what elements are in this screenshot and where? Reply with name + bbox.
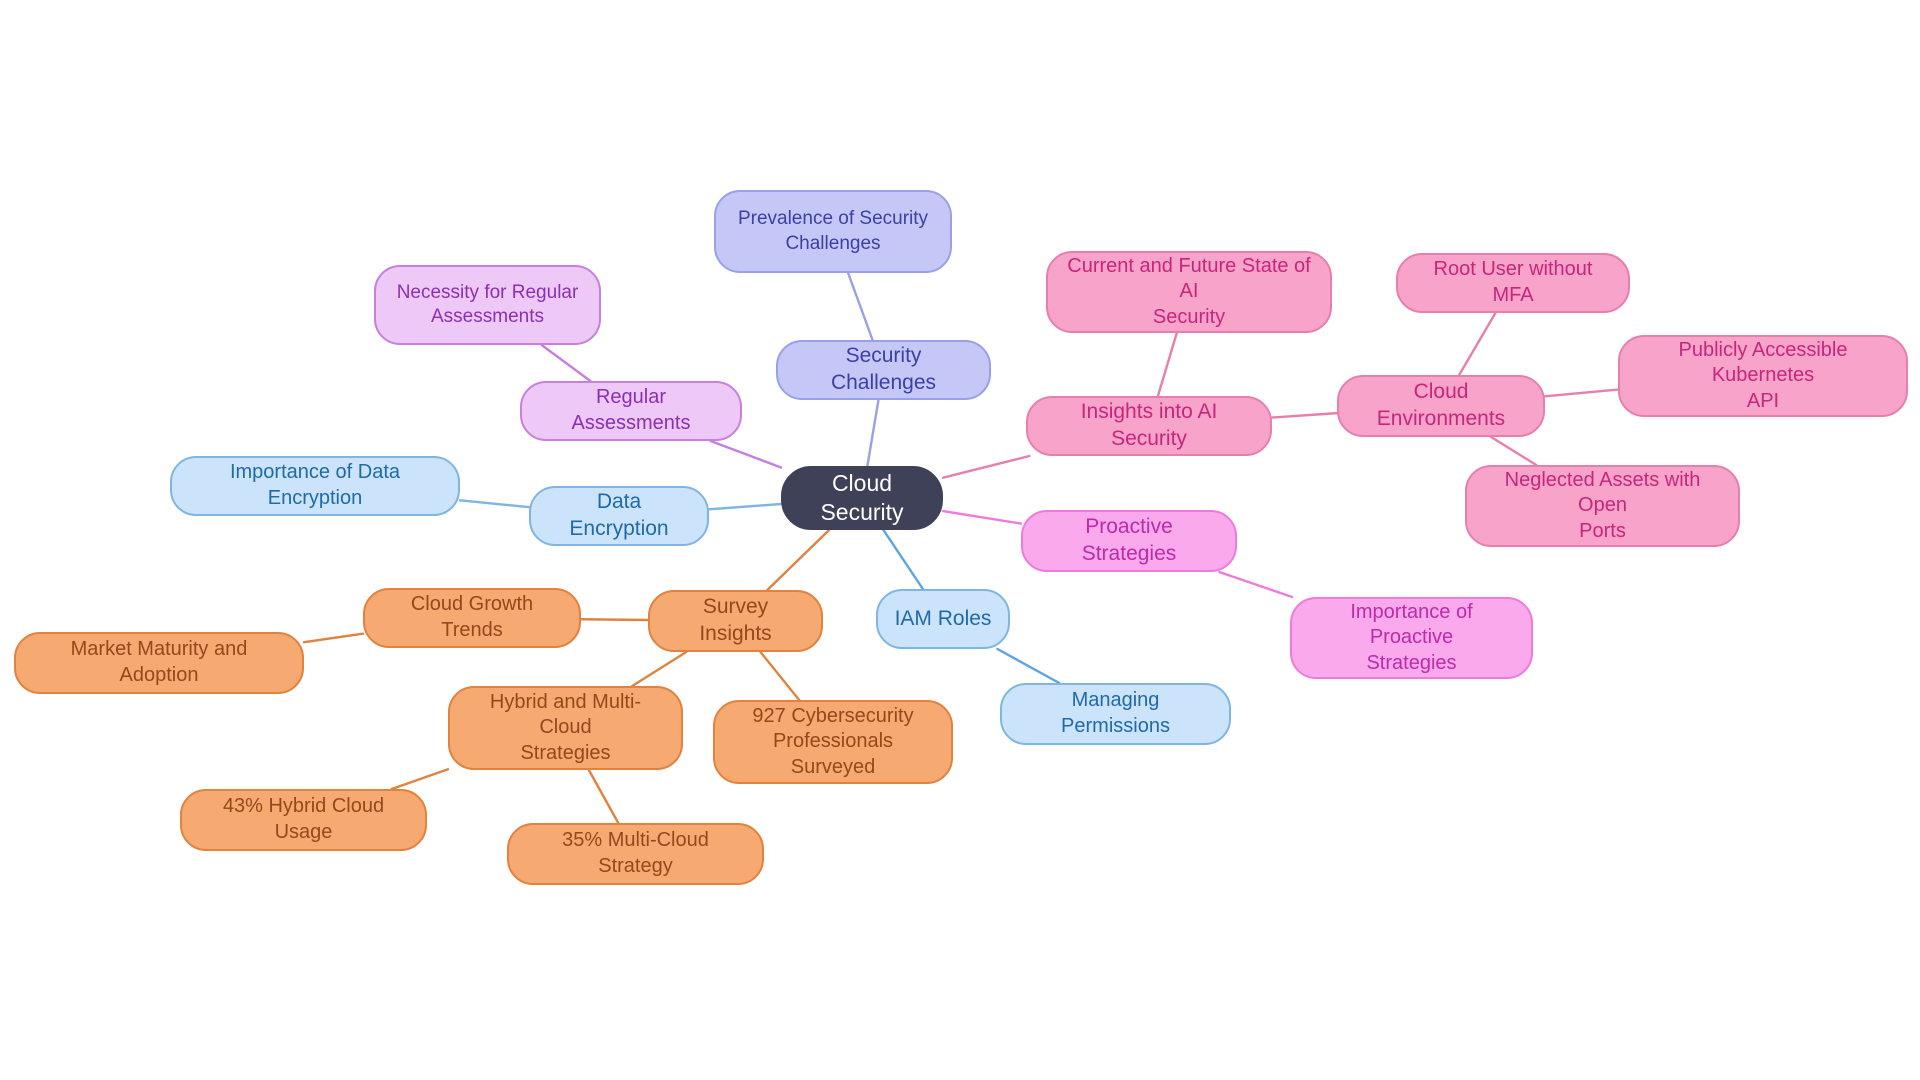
mindmap-edge-ai_security-to-current_future_ai [1156, 331, 1178, 398]
mindmap-node-security_challenges[interactable]: Security Challenges [776, 340, 991, 400]
mindmap-edge-cloud_environments-to-neglected_assets [1489, 435, 1538, 467]
mindmap-node-importance_proactive[interactable]: Importance of Proactive Strategies [1290, 597, 1533, 679]
mindmap-node-label: Proactive Strategies [1081, 515, 1177, 565]
mindmap-edge-iam_roles-to-managing_permissions [996, 647, 1061, 685]
mindmap-node-label: Regular Assessments [571, 386, 691, 434]
mindmap-edge-regular_assessments-to-necessity [540, 343, 592, 383]
mindmap-node-regular_assessments[interactable]: Regular Assessments [520, 381, 742, 441]
mindmap-node-cloud_environments[interactable]: Cloud Environments [1337, 375, 1545, 437]
mindmap-node-label: Importance of Proactive Strategies [1350, 600, 1473, 674]
mindmap-node-label: Root User without MFA [1433, 258, 1593, 306]
mindmap-node-label: Current and Future State of AI Security [1067, 254, 1311, 328]
mindmap-edge-hybrid_multicloud-to-hybrid_43 [390, 768, 450, 791]
mindmap-edge-cloud_environments-to-k8s_api [1543, 388, 1620, 398]
mindmap-node-label: Market Maturity and Adoption [70, 638, 248, 686]
mindmap-edge-ai_security-to-cloud_environments [1270, 411, 1339, 419]
mindmap-node-root[interactable]: Cloud Security [781, 466, 943, 530]
mindmap-node-label: Prevalence of Security Challenges [737, 208, 929, 254]
mindmap-node-hybrid_multicloud[interactable]: Hybrid and Multi-Cloud Strategies [448, 686, 683, 770]
mindmap-node-label: Survey Insights [699, 595, 772, 645]
mindmap-node-neglected_assets[interactable]: Neglected Assets with Open Ports [1465, 465, 1740, 547]
mindmap-node-survey_insights[interactable]: Survey Insights [648, 590, 823, 652]
mindmap-node-label: IAM Roles [894, 606, 992, 630]
mindmap-node-current_future_ai[interactable]: Current and Future State of AI Security [1046, 251, 1332, 333]
mindmap-node-managing_permissions[interactable]: Managing Permissions [1000, 683, 1231, 745]
mindmap-node-label: 43% Hybrid Cloud Usage [222, 795, 385, 843]
mindmap-edge-hybrid_multicloud-to-multicloud_35 [587, 768, 620, 825]
mindmap-node-surveyed_927[interactable]: 927 Cybersecurity Professionals Surveyed [713, 700, 953, 784]
mindmap-node-label: Insights into AI Security [1080, 400, 1218, 450]
mindmap-edge-root-to-proactive_strategies [941, 509, 1023, 525]
mindmap-edge-root-to-regular_assessments [709, 439, 783, 469]
mindmap-edge-security_challenges-to-prevalence [846, 271, 874, 342]
mindmap-node-label: Data Encryption [569, 490, 669, 540]
mindmap-node-root_user_mfa[interactable]: Root User without MFA [1396, 253, 1630, 313]
mindmap-node-market_maturity[interactable]: Market Maturity and Adoption [14, 632, 304, 694]
mindmap-edge-root-to-data_encryption [707, 502, 783, 511]
mindmap-node-label: Necessity for Regular Assessments [396, 281, 579, 327]
mindmap-node-ai_security[interactable]: Insights into AI Security [1026, 396, 1272, 456]
mindmap-edge-root-to-survey_insights [766, 528, 831, 592]
mindmap-edge-cloud_environments-to-root_user_mfa [1457, 311, 1497, 377]
mindmap-node-label: Cloud Growth Trends [410, 593, 534, 641]
mindmap-node-iam_roles[interactable]: IAM Roles [876, 589, 1010, 649]
mindmap-canvas: Cloud Security Security Challenges Prevale… [0, 0, 1920, 1080]
mindmap-node-label: Importance of Data Encryption [229, 461, 401, 509]
mindmap-node-label: Managing Permissions [1061, 689, 1170, 737]
mindmap-edge-root-to-iam_roles [882, 528, 925, 591]
mindmap-edge-survey_insights-to-hybrid_multicloud [631, 650, 688, 688]
mindmap-edge-data_encryption-to-importance_encryption [458, 499, 531, 509]
mindmap-node-label: Cloud Environments [1376, 380, 1506, 430]
mindmap-node-label: Cloud Security [820, 469, 904, 525]
mindmap-node-prevalence[interactable]: Prevalence of Security Challenges [714, 190, 952, 273]
mindmap-node-label: Hybrid and Multi-Cloud Strategies [489, 690, 642, 764]
mindmap-edge-survey_insights-to-surveyed_927 [759, 650, 801, 702]
mindmap-node-cloud_growth[interactable]: Cloud Growth Trends [363, 588, 581, 648]
mindmap-node-data_encryption[interactable]: Data Encryption [529, 486, 709, 546]
mindmap-node-label: Security Challenges [830, 344, 937, 394]
mindmap-node-label: 927 Cybersecurity Professionals Surveyed [752, 704, 914, 778]
mindmap-node-label: Publicly Accessible Kubernetes API [1678, 338, 1848, 412]
mindmap-edge-proactive_strategies-to-importance_proactive [1218, 570, 1294, 599]
mindmap-node-k8s_api[interactable]: Publicly Accessible Kubernetes API [1618, 335, 1908, 417]
mindmap-node-hybrid_43[interactable]: 43% Hybrid Cloud Usage [180, 789, 427, 851]
mindmap-node-label: Neglected Assets with Open Ports [1504, 468, 1701, 542]
mindmap-node-multicloud_35[interactable]: 35% Multi-Cloud Strategy [507, 823, 764, 885]
mindmap-edge-cloud_growth-to-market_maturity [302, 632, 365, 644]
mindmap-edge-root-to-ai_security [941, 454, 1031, 479]
mindmap-node-importance_encryption[interactable]: Importance of Data Encryption [170, 456, 460, 516]
mindmap-edge-survey_insights-to-cloud_growth [579, 618, 650, 622]
mindmap-edge-root-to-security_challenges [866, 398, 880, 468]
mindmap-node-label: 35% Multi-Cloud Strategy [562, 829, 709, 877]
mindmap-node-proactive_strategies[interactable]: Proactive Strategies [1021, 510, 1237, 572]
mindmap-node-necessity[interactable]: Necessity for Regular Assessments [374, 265, 601, 345]
